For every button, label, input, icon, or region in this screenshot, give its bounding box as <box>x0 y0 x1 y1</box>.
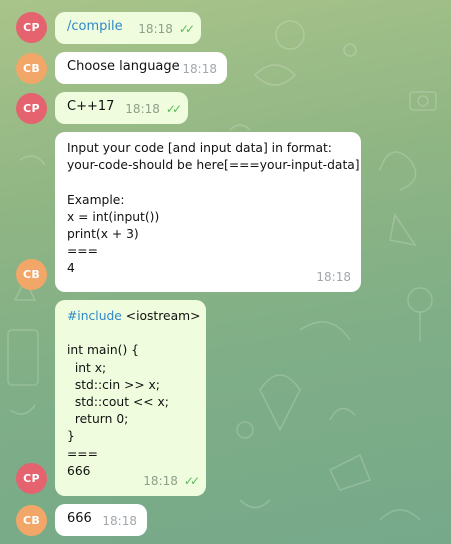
message-bubble-incoming[interactable]: Input your code [and input data] in form… <box>55 132 361 292</box>
message-text: 666 <box>67 511 92 526</box>
avatar[interactable]: CP <box>16 93 47 124</box>
hashtag-link[interactable]: #include <box>67 309 122 323</box>
message-bubble-outgoing[interactable]: #include <iostream> int main() { int x; … <box>55 300 206 496</box>
double-check-icon: ✓✓ <box>178 22 195 36</box>
message-text: C++17 <box>67 99 115 114</box>
avatar[interactable]: CP <box>16 463 47 494</box>
avatar[interactable]: CB <box>16 505 47 536</box>
avatar[interactable]: CP <box>16 12 47 43</box>
double-check-icon: ✓✓ <box>165 102 182 116</box>
message-text: Input your code [and input data] in form… <box>67 141 360 276</box>
code-body: <iostream> int main() { int x; std::cin … <box>67 309 201 478</box>
message-time: 18:18 <box>138 22 173 36</box>
message-time: 18:18 <box>182 62 217 76</box>
avatar[interactable]: CB <box>16 53 47 84</box>
message-bubble-incoming[interactable]: 666 18:18 <box>55 504 147 536</box>
message-text: Choose language <box>67 59 180 74</box>
message-time: 18:18 <box>143 474 178 488</box>
message-bubble-incoming[interactable]: Choose language 18:18 <box>55 52 227 84</box>
message-bubble-outgoing[interactable]: /compile 18:18 ✓✓ <box>55 12 201 44</box>
message-time: 18:18 <box>102 514 137 528</box>
avatar[interactable]: CB <box>16 259 47 290</box>
double-check-icon: ✓✓ <box>183 474 200 488</box>
message-text: #include <iostream> int main() { int x; … <box>67 308 200 480</box>
message-bubble-outgoing[interactable]: C++17 18:18 ✓✓ <box>55 92 188 124</box>
command-text[interactable]: /compile <box>67 19 123 34</box>
message-time: 18:18 <box>125 102 160 116</box>
message-time: 18:18 <box>316 270 351 284</box>
